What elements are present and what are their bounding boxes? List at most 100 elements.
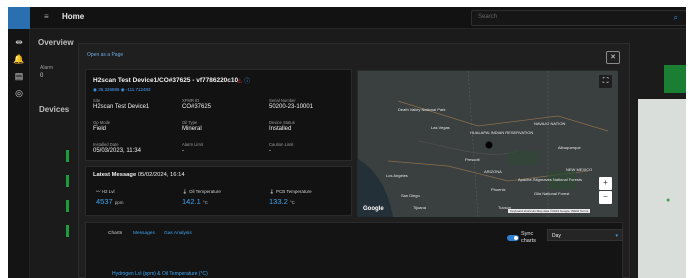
metric-label-text: PCB Temperature (275, 189, 312, 194)
overview-heading: Overview (38, 38, 74, 47)
document-icon[interactable]: ▤ (13, 70, 25, 82)
field-value: Installed (269, 126, 292, 132)
open-as-page-link[interactable]: Open as a Page (87, 52, 123, 58)
map-label: San Diego (401, 193, 420, 198)
logo (8, 7, 30, 29)
range-select-value: Day (552, 233, 561, 239)
map-label: Albuquerque (558, 145, 581, 150)
field-label: Alarm Limit (182, 142, 203, 147)
app-frame: ⇹ 🔔 ▤ ◎ ≡ Home Search ⌕ ☀ Overview Alarm… (8, 7, 686, 278)
metric-value: 133.2 °C (269, 197, 295, 206)
latest-message-heading: Latest Message 05/02/2024, 16:14 (93, 172, 185, 178)
metric-value: 142.1 °C (182, 197, 208, 206)
alert-icon: ⚠ (237, 79, 243, 85)
latest-message-card: Latest Message 05/02/2024, 16:14 〰 H2 Lv… (85, 166, 352, 216)
field-value: Field (93, 126, 107, 132)
field-value: - (269, 148, 271, 154)
metric-unit: °C (289, 200, 295, 205)
field-value: 50200-23-10001 (269, 104, 314, 110)
metric-unit: °C (202, 200, 208, 205)
info-icon: ⓘ (244, 79, 251, 85)
map-label: Gila National Forest (534, 191, 570, 196)
left-rail: ⇹ 🔔 ▤ ◎ (8, 7, 30, 278)
close-button[interactable]: ✕ (606, 51, 620, 64)
zoom-in-button[interactable]: + (599, 177, 612, 190)
zoom-out-button[interactable]: − (599, 191, 612, 204)
status-bar (66, 225, 69, 237)
map-label: Las Vegas (431, 125, 450, 130)
menu-icon[interactable]: ≡ (44, 12, 49, 21)
map-label: Tijuana (413, 205, 426, 210)
latest-message-date: 05/02/2024, 16:14 (137, 172, 185, 178)
sidebar-toggle-icon[interactable]: ⇹ (13, 36, 25, 48)
tab-charts[interactable]: Charts (108, 231, 122, 236)
oil-temp-value: 142.1 (182, 197, 201, 206)
sync-charts-label: Sync charts (521, 231, 536, 244)
map-label: Los Angeles (386, 173, 408, 178)
field-label: Device Status (269, 120, 295, 125)
field-value: Mineral (182, 126, 202, 132)
metric-label-text: H2 Lvl (101, 189, 115, 194)
alarm-value: 0 (40, 73, 44, 79)
search-placeholder: Search (478, 14, 498, 20)
charts-panel: Charts Messages Gas Analysis Sync charts… (85, 222, 623, 278)
field-label: Serial Number (269, 98, 296, 103)
google-logo: Google (363, 206, 384, 212)
map-label: Death Valley National Park (398, 107, 446, 112)
chevron-down-icon: ▾ (615, 233, 618, 239)
pcb-temp-value: 133.2 (269, 197, 288, 206)
fullscreen-button[interactable]: ⛶ (599, 75, 612, 88)
h2-level-value: 4537 (96, 197, 113, 206)
tab-gas-analysis[interactable]: Gas Analysis (164, 231, 192, 236)
map-label: Prescott (465, 157, 480, 162)
map-pin-icon: ● (666, 197, 671, 204)
status-bar (66, 200, 69, 212)
top-bar: ≡ Home Search ⌕ ☀ (30, 7, 686, 29)
status-card (664, 65, 686, 93)
coordinates: ◉ 35.326886 ◉ -111.712483 (93, 87, 151, 92)
device-info-card: H2scan Test Device1/CO#37625 - vf7786220… (85, 69, 352, 161)
metric-label-text: Oil Temperature (188, 189, 221, 194)
latitude: 35.326886 (98, 87, 120, 92)
device-status-icons: ⚠ ⓘ (237, 76, 250, 85)
alarm-label: Alarm (40, 65, 54, 71)
sync-charts-toggle[interactable] (507, 235, 519, 241)
longitude: -111.712483 (125, 87, 151, 92)
map-label: ARIZONA (484, 169, 502, 174)
map-label: NAVAJO NATION (534, 121, 566, 126)
range-select[interactable]: Day ▾ (547, 229, 623, 241)
map-label: Phoenix (491, 187, 506, 192)
field-label: XFMR ID (182, 98, 200, 103)
search-icon[interactable]: ⌕ (674, 13, 678, 23)
location-map[interactable]: Death Valley National Park Las Vegas NAV… (357, 70, 618, 217)
chart-title: Hydrogen Lvl (ppm) & Oil Temperature (°C… (112, 271, 208, 277)
device-modal: Open as a Page ✕ H2scan Test Device1/CO#… (78, 43, 630, 278)
search-input[interactable]: Search ⌕ (471, 10, 686, 26)
bell-icon[interactable]: 🔔 (13, 53, 25, 65)
field-label: Op Mode (93, 120, 111, 125)
field-value: 05/03/2023, 11:34 (93, 148, 141, 154)
field-label: Installed Date (93, 142, 119, 147)
field-value: CO#37625 (182, 104, 212, 110)
map-label: NEW MEXICO (566, 167, 593, 172)
status-bar (66, 175, 69, 187)
page-title: Home (62, 12, 85, 21)
status-bar (66, 150, 69, 162)
metric-label: 〰 H2 Lvl (96, 189, 115, 194)
field-value: H2scan Test Device1 (93, 104, 150, 110)
map-label: HUALAPAI INDIAN RESERVATION (470, 130, 534, 135)
field-label: Caution Limit (269, 142, 294, 147)
metric-label: 🌡 Oil Temperature (182, 189, 221, 194)
broadcast-icon[interactable]: ◎ (13, 87, 25, 99)
background-map: ● (638, 99, 686, 278)
metric-value: 4537 ppm (96, 197, 124, 206)
map-attribution[interactable]: Keyboard shortcuts Map data ©2024 Google… (508, 209, 591, 213)
metric-label: 🌡 PCB Temperature (269, 189, 312, 194)
field-value: - (182, 148, 184, 154)
tab-messages[interactable]: Messages (133, 231, 155, 236)
field-label: Site (93, 98, 101, 103)
device-title: H2scan Test Device1/CO#37625 - vf7786220… (93, 77, 239, 84)
map-terrain (358, 71, 618, 217)
devices-heading: Devices (39, 105, 70, 114)
metric-unit: ppm (114, 200, 124, 205)
